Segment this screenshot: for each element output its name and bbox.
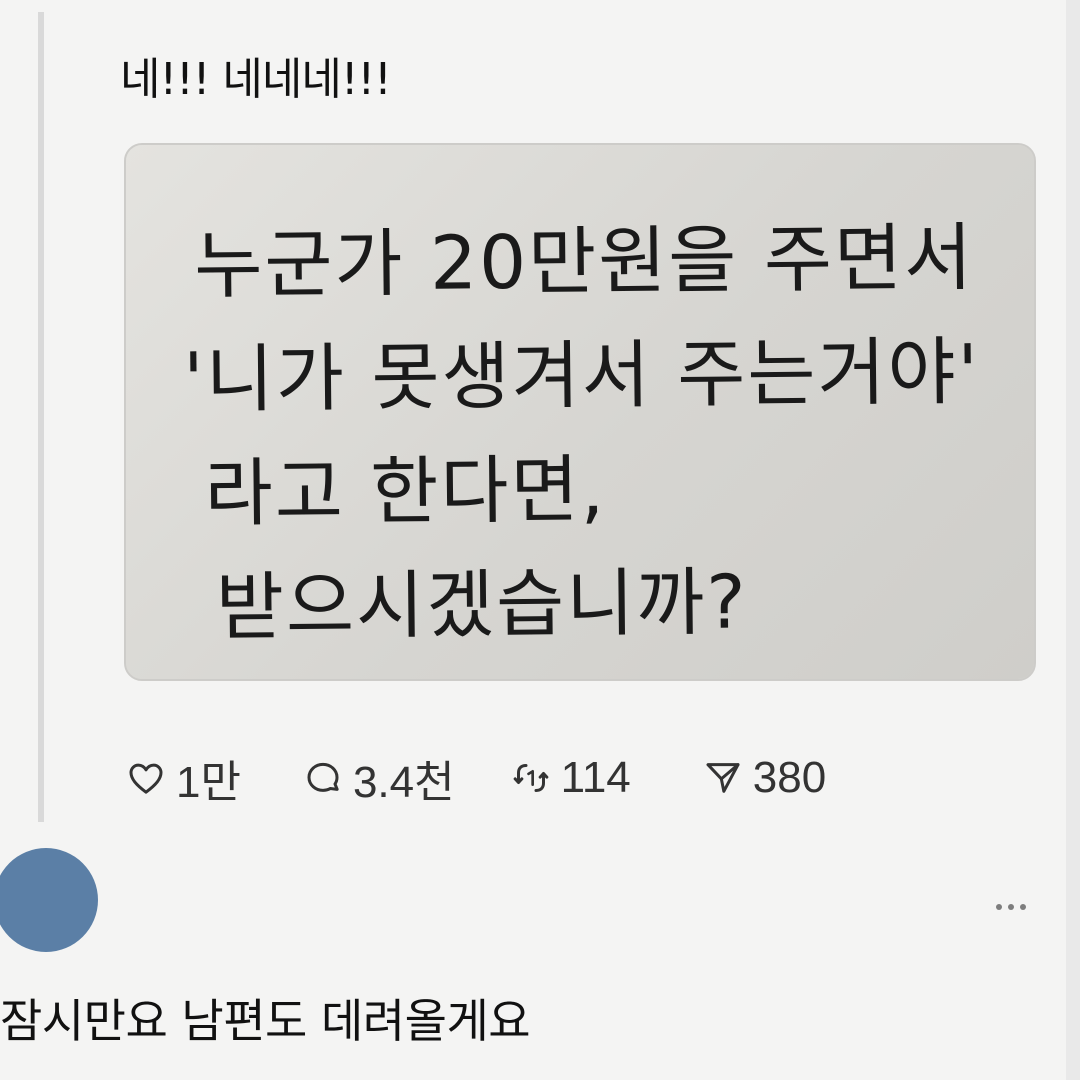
repost-count: 114	[560, 753, 631, 802]
send-icon	[701, 756, 745, 800]
reply-body-text: 잠시만요 남편도 데려올게요	[0, 994, 531, 1048]
note-line: 받으시겠습니까?	[215, 559, 749, 651]
more-dots-icon	[993, 895, 1029, 914]
like-button[interactable]: 1만	[124, 746, 241, 810]
handwritten-note-text: 누군가 20만원을 주면서 '니가 못생겨서 주는거야' 라고 한다면, 받으시…	[183, 201, 999, 665]
note-line: '니가 못생겨서 주는거야'	[182, 328, 981, 424]
like-count: 1만	[176, 758, 241, 807]
reply-count: 3.4천	[352, 758, 455, 807]
more-options-button[interactable]	[986, 884, 1036, 924]
screen-edge	[1066, 0, 1080, 1080]
comment-bubble-icon	[301, 756, 345, 800]
reply-button[interactable]: 3.4천	[301, 746, 455, 810]
note-line: 라고 한다면,	[204, 446, 607, 538]
heart-icon	[124, 756, 168, 800]
repost-button[interactable]: 114	[509, 753, 631, 803]
note-line: 누군가 20만원을 주면서	[193, 215, 975, 310]
repost-icon	[509, 756, 553, 800]
post-body-text: 네!!! 네네네!!!	[120, 54, 392, 105]
thread-connector-line	[38, 12, 44, 822]
avatar[interactable]	[0, 848, 98, 952]
post-image[interactable]: 누군가 20만원을 주면서 '니가 못생겨서 주는거야' 라고 한다면, 받으시…	[124, 143, 1036, 681]
thread-screen: 네!!! 네네네!!! 누군가 20만원을 주면서 '니가 못생겨서 주는거야'…	[0, 0, 1080, 1080]
share-count: 380	[752, 753, 827, 802]
share-button[interactable]: 380	[701, 753, 826, 803]
post-action-bar: 1만 3.4천 114 380	[124, 748, 826, 808]
